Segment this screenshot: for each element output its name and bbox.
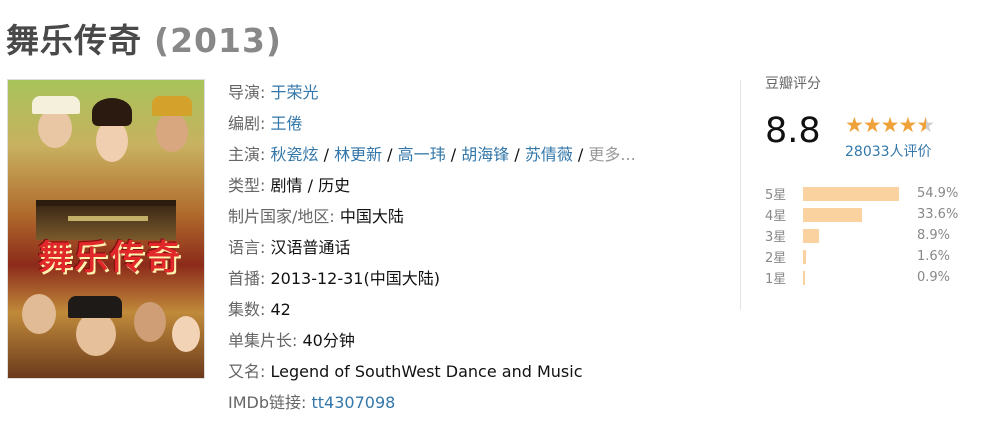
cast-link[interactable]: 胡海锋 bbox=[461, 145, 509, 164]
rating-stars: ★★★★★ bbox=[845, 113, 935, 137]
half-star-icon: ★ bbox=[916, 113, 935, 137]
cast-row: 主演: 秋瓷炫 / 林更新 / 高一玮 / 胡海锋 / 苏倩薇 / 更多... bbox=[228, 145, 636, 164]
star-icon: ★ bbox=[862, 113, 882, 137]
director-link[interactable]: 于荣光 bbox=[271, 83, 319, 102]
cast-link[interactable]: 林更新 bbox=[334, 145, 382, 164]
premiere-row: 首播: 2013-12-31(中国大陆) bbox=[228, 269, 440, 288]
writer-row: 编剧: 王倦 bbox=[228, 114, 303, 133]
cast-link[interactable]: 高一玮 bbox=[398, 145, 446, 164]
country-value: 中国大陆 bbox=[339, 207, 404, 226]
rating-bar-fill bbox=[803, 228, 819, 243]
runtime-row: 单集片长: 40分钟 bbox=[228, 331, 355, 350]
rating-bar-fill bbox=[803, 249, 806, 264]
rating-votes-link[interactable]: 28033人评价 bbox=[845, 141, 932, 161]
imdb-link[interactable]: tt4307098 bbox=[312, 393, 396, 412]
genre-value: 剧情 / 历史 bbox=[270, 176, 351, 195]
cast-link[interactable]: 苏倩薇 bbox=[525, 145, 573, 164]
detail-info: 导演: 于荣光 编剧: 王倦 主演: 秋瓷炫 / 林更新 / 高一玮 / 胡海锋… bbox=[228, 77, 636, 418]
rating-header: 豆瓣评分 bbox=[765, 76, 821, 92]
aka-value: Legend of SouthWest Dance and Music bbox=[270, 362, 583, 381]
title-name: 舞乐传奇 bbox=[6, 21, 142, 60]
language-value: 汉语普通话 bbox=[270, 238, 351, 257]
page-title: 舞乐传奇 (2013) bbox=[6, 14, 282, 62]
rating-distribution: 5星 54.9% 4星 33.6% 3星 8.9% 2星 1.6% 1星 0.9… bbox=[765, 183, 958, 288]
episodes-row: 集数: 42 bbox=[228, 300, 291, 319]
poster-image[interactable]: 舞乐传奇 bbox=[8, 80, 204, 378]
rating-bar-fill bbox=[803, 207, 862, 222]
episodes-value: 42 bbox=[270, 300, 291, 319]
genre-row: 类型: 剧情 / 历史 bbox=[228, 176, 351, 195]
country-row: 制片国家/地区: 中国大陆 bbox=[228, 207, 404, 226]
rating-bar-fill bbox=[803, 186, 899, 201]
rating-bar-row: 1星 0.9% bbox=[765, 270, 951, 287]
title-year: (2013) bbox=[154, 21, 283, 60]
premiere-value: 2013-12-31(中国大陆) bbox=[270, 269, 440, 288]
star-icon: ★ bbox=[845, 113, 864, 137]
rating-score: 8.8 bbox=[765, 111, 821, 151]
aka-row: 又名: Legend of SouthWest Dance and Music bbox=[228, 362, 583, 381]
writer-link[interactable]: 王倦 bbox=[271, 114, 303, 133]
star-icon: ★ bbox=[898, 113, 917, 137]
rating-panel: 豆瓣评分 8.8 ★★★★★ 28033人评价 5星 54.9% 4星 33.6… bbox=[765, 73, 985, 287]
rating-bar-row: 2星 1.6% bbox=[765, 249, 951, 266]
runtime-value: 40分钟 bbox=[302, 331, 355, 350]
language-row: 语言: 汉语普通话 bbox=[228, 238, 351, 257]
rating-bar-row: 4星 33.6% bbox=[765, 207, 959, 224]
section-divider bbox=[740, 80, 741, 310]
director-row: 导演: 于荣光 bbox=[228, 83, 319, 102]
cast-more-link[interactable]: 更多... bbox=[588, 145, 635, 164]
rating-bar-row: 3星 8.9% bbox=[765, 228, 951, 245]
poster-title: 舞乐传奇 bbox=[38, 238, 182, 278]
imdb-row: IMDb链接: tt4307098 bbox=[228, 393, 396, 412]
star-icon: ★ bbox=[880, 113, 900, 137]
rating-bar-row: 5星 54.9% bbox=[765, 186, 959, 203]
cast-link[interactable]: 秋瓷炫 bbox=[271, 145, 319, 164]
rating-bar-fill bbox=[803, 270, 805, 285]
